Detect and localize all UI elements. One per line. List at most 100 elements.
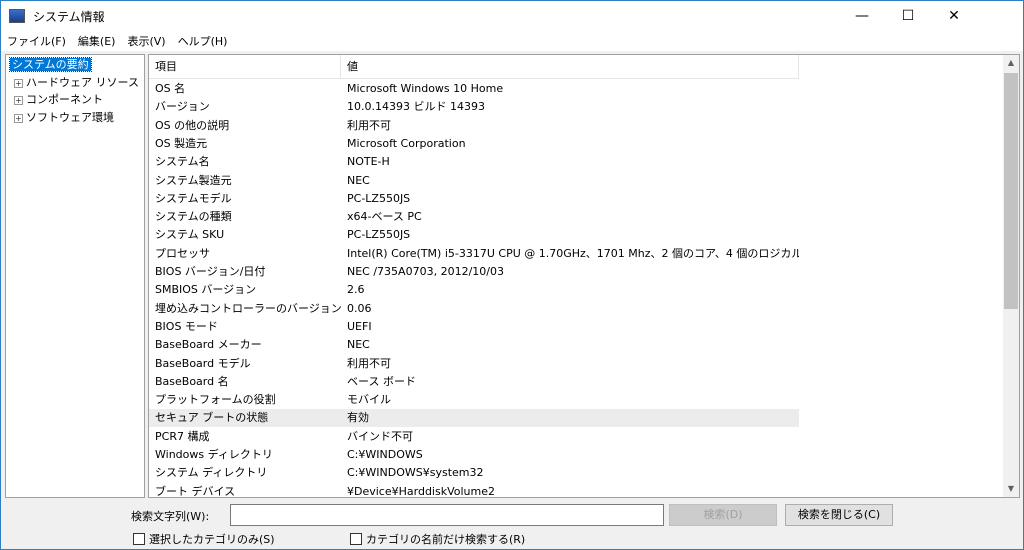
- item-cell: バージョン: [155, 100, 210, 114]
- value-cell: モバイル: [347, 393, 391, 407]
- table-row[interactable]: BIOS モード UEFI: [149, 318, 799, 336]
- item-cell: BIOS バージョン/日付: [155, 265, 266, 278]
- table-row[interactable]: OS の他の説明 利用不可: [149, 117, 799, 135]
- value-cell: x64-ベース PC: [347, 210, 422, 224]
- value-cell: C:¥WINDOWS: [347, 448, 423, 461]
- category-tree: システムの要約 + ハードウェア リソース + コンポーネント + ソフトウェア環境: [5, 54, 145, 498]
- scrollbar-thumb[interactable]: [1004, 73, 1018, 309]
- table-row[interactable]: システム ディレクトリ C:¥WINDOWS¥system32: [149, 464, 799, 482]
- table-row[interactable]: BIOS バージョン/日付 NEC /735A0703, 2012/10/03: [149, 263, 799, 281]
- item-cell: システム ディレクトリ: [155, 466, 268, 480]
- table-row[interactable]: BaseBoard メーカー NEC: [149, 336, 799, 354]
- item-cell: セキュア ブートの状態: [155, 411, 269, 425]
- table-row[interactable]: プロセッサ Intel(R) Core(TM) i5-3317U CPU @ 1.…: [149, 245, 799, 263]
- table-row[interactable]: システムの種類 x64-ベース PC: [149, 208, 799, 226]
- table-row[interactable]: 埋め込みコントローラーのバージョン 0.06: [149, 300, 799, 318]
- table-row[interactable]: BaseBoard モデル 利用不可: [149, 355, 799, 373]
- table-row[interactable]: システム製造元 NEC: [149, 172, 799, 190]
- item-cell: BIOS モード: [155, 319, 218, 333]
- expand-icon[interactable]: +: [14, 78, 23, 88]
- item-cell: OS 製造元: [155, 136, 208, 150]
- item-cell: システムモデル: [155, 191, 232, 205]
- value-cell: Microsoft Windows 10 Home: [347, 82, 504, 95]
- item-cell: プロセッサ: [155, 246, 210, 260]
- item-cell: システム製造元: [155, 173, 232, 187]
- system-info-app-icon: [9, 9, 25, 23]
- table-row[interactable]: BaseBoard 名 ベース ボード: [149, 373, 799, 391]
- list-header: 項目 値: [149, 55, 799, 79]
- window-title: システム情報: [33, 9, 105, 24]
- item-cell: 埋め込みコントローラーのバージョン: [155, 301, 341, 315]
- close-button[interactable]: ✕: [931, 1, 977, 31]
- table-row[interactable]: システムモデル PC-LZ550JS: [149, 190, 799, 208]
- expand-icon[interactable]: +: [14, 95, 23, 105]
- category-names-only-checkbox[interactable]: カテゴリの名前だけ検索する(R): [350, 531, 525, 547]
- table-row[interactable]: OS 製造元 Microsoft Corporation: [149, 135, 799, 153]
- column-header-value[interactable]: 値: [341, 55, 799, 78]
- menu-help[interactable]: ヘルプ(H): [172, 33, 234, 49]
- close-search-button[interactable]: 検索を閉じる(C): [785, 504, 893, 526]
- value-cell: 0.06: [347, 301, 372, 315]
- value-cell: 10.0.14393 ビルド 14393: [347, 100, 485, 114]
- maximize-button[interactable]: ☐: [885, 1, 931, 31]
- scroll-down-icon[interactable]: ▼: [1003, 481, 1019, 497]
- only-selected-category-checkbox[interactable]: 選択したカテゴリのみ(S): [133, 531, 275, 547]
- table-row[interactable]: OS 名 Microsoft Windows 10 Home: [149, 80, 799, 98]
- table-row[interactable]: Windows ディレクトリ C:¥WINDOWS: [149, 446, 799, 464]
- checkbox-icon[interactable]: [350, 533, 362, 545]
- value-cell: バインド不可: [347, 429, 413, 443]
- tree-item-system-summary[interactable]: システムの要約: [9, 57, 92, 72]
- value-cell: 利用不可: [347, 118, 391, 132]
- table-row[interactable]: セキュア ブートの状態 有効: [149, 409, 799, 428]
- item-cell: BaseBoard メーカー: [155, 338, 262, 352]
- item-cell: Windows ディレクトリ: [155, 448, 273, 461]
- item-cell: システムの種類: [155, 210, 232, 224]
- value-cell: NEC: [347, 173, 370, 187]
- value-cell: 利用不可: [347, 356, 391, 370]
- value-cell: 2.6: [347, 283, 365, 297]
- item-cell: OS の他の説明: [155, 118, 230, 132]
- menu-edit[interactable]: 編集(E): [72, 33, 122, 49]
- menu-file[interactable]: ファイル(F): [1, 33, 72, 49]
- table-row[interactable]: プラットフォームの役割 モバイル: [149, 391, 799, 409]
- value-cell: ¥Device¥HarddiskVolume2: [347, 484, 495, 498]
- item-cell: SMBIOS バージョン: [155, 283, 257, 297]
- tree-item-hardware-resources[interactable]: + ハードウェア リソース: [14, 75, 139, 91]
- item-cell: プラットフォームの役割: [155, 393, 276, 407]
- tree-item-components[interactable]: + コンポーネント: [14, 92, 103, 108]
- item-cell: ブート デバイス: [155, 484, 236, 498]
- value-cell: Intel(R) Core(TM) i5-3317U CPU @ 1.70GHz…: [347, 246, 799, 260]
- item-cell: OS 名: [155, 82, 186, 95]
- table-row[interactable]: PCR7 構成 バインド不可: [149, 428, 799, 446]
- title-bar: システム情報 — ☐ ✕: [1, 1, 1023, 31]
- tree-item-software-environment[interactable]: + ソフトウェア環境: [14, 110, 114, 126]
- menu-view[interactable]: 表示(V): [121, 33, 171, 49]
- find-button[interactable]: 検索(D): [669, 504, 777, 526]
- item-cell: PCR7 構成: [155, 429, 210, 443]
- menu-bar: ファイル(F) 編集(E) 表示(V) ヘルプ(H): [1, 31, 1023, 51]
- table-row[interactable]: システム名 NOTE-H: [149, 153, 799, 171]
- item-cell: システム名: [155, 155, 210, 169]
- search-label: 検索文字列(W):: [131, 510, 210, 523]
- value-cell: ベース ボード: [347, 374, 416, 388]
- value-cell: NEC: [347, 338, 370, 352]
- vertical-scrollbar[interactable]: ▲ ▼: [1003, 55, 1019, 497]
- expand-icon[interactable]: +: [14, 113, 23, 123]
- column-header-item[interactable]: 項目: [149, 55, 341, 78]
- minimize-button[interactable]: —: [839, 1, 885, 31]
- details-list: 項目 値 OS 名 Microsoft Windows 10 Home バージョン 1…: [148, 54, 1020, 498]
- table-row[interactable]: バージョン 10.0.14393 ビルド 14393: [149, 98, 799, 116]
- scroll-up-icon[interactable]: ▲: [1003, 55, 1019, 71]
- value-cell: PC-LZ550JS: [347, 228, 411, 242]
- search-input[interactable]: [230, 504, 664, 526]
- item-cell: BaseBoard 名: [155, 374, 229, 388]
- table-row[interactable]: システム SKU PC-LZ550JS: [149, 226, 799, 244]
- checkbox-icon[interactable]: [133, 533, 145, 545]
- value-cell: C:¥WINDOWS¥system32: [347, 466, 484, 480]
- value-cell: NEC /735A0703, 2012/10/03: [347, 265, 504, 278]
- value-cell: Microsoft Corporation: [347, 136, 466, 150]
- item-cell: システム SKU: [155, 228, 225, 242]
- table-row[interactable]: SMBIOS バージョン 2.6: [149, 281, 799, 299]
- table-row[interactable]: ブート デバイス ¥Device¥HarddiskVolume2: [149, 483, 799, 498]
- value-cell: NOTE-H: [347, 155, 390, 169]
